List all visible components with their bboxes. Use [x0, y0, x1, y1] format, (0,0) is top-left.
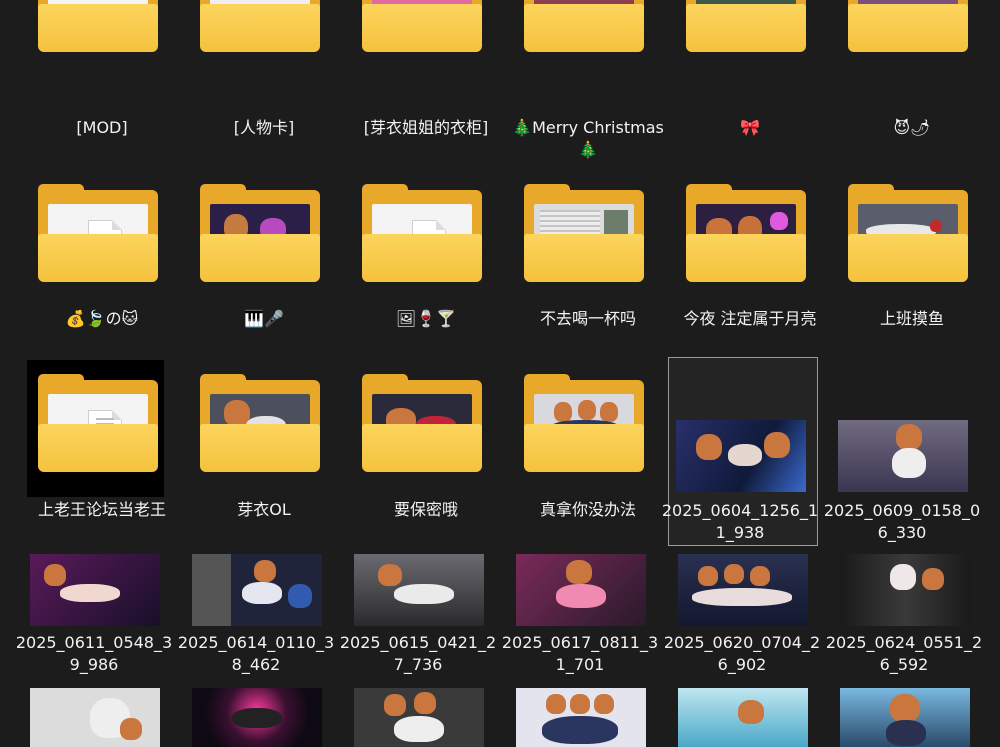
image-thumbnail	[516, 688, 646, 747]
folder-icon	[686, 184, 806, 282]
folder-label: 上老王论坛当老王	[37, 500, 166, 519]
image-thumbnail	[678, 554, 808, 626]
folder-label: 🎀	[740, 118, 760, 137]
folder-label: 😈🌶	[893, 118, 931, 137]
image-label: 2025_0617_0811_31_701	[501, 633, 659, 674]
folder-icon	[686, 0, 806, 52]
image-thumbnail	[840, 554, 970, 626]
image-label: 2025_0624_0551_26_592	[825, 633, 983, 674]
folder-label: [人物卡]	[233, 118, 295, 137]
image-thumbnail	[192, 554, 322, 626]
image-thumbnail	[354, 688, 484, 747]
image-thumbnail	[30, 554, 160, 626]
folder-label: 要保密哦	[393, 500, 458, 519]
folder-label: 💰🍃の🐱	[65, 309, 139, 328]
folder-icon	[362, 0, 482, 52]
image-thumbnail	[192, 688, 322, 747]
folder-icon	[524, 374, 644, 472]
folder-icon	[362, 184, 482, 282]
folder-icon	[38, 184, 158, 282]
folder-icon	[200, 374, 320, 472]
folder-icon	[524, 184, 644, 282]
folder-label: 🎄Merry Christmas🎄	[512, 118, 664, 159]
image-thumbnail	[678, 688, 808, 747]
folder-icon	[848, 184, 968, 282]
folder-icon	[524, 0, 644, 52]
folder-label: [MOD]	[76, 118, 128, 137]
folder-label: [芽衣姐姐的衣柜]	[363, 118, 489, 137]
folder-label: 今夜 注定属于月亮	[683, 309, 817, 328]
image-thumbnail	[840, 688, 970, 747]
folder-icon	[848, 0, 968, 52]
image-label: 2025_0604_1256_11_938	[661, 501, 819, 542]
image-label: 2025_0614_0110_38_462	[177, 633, 335, 674]
image-label: 2025_0611_0548_39_986	[15, 633, 173, 674]
folder-icon	[38, 374, 158, 472]
image-label: 2025_0615_0421_27_736	[339, 633, 497, 674]
folder-label: 上班摸鱼	[879, 309, 944, 328]
image-thumbnail	[838, 420, 968, 492]
image-label: 2025_0609_0158_06_330	[823, 501, 981, 542]
image-label: 2025_0620_0704_26_902	[663, 633, 821, 674]
folder-icon	[200, 184, 320, 282]
folder-label: 不去喝一杯吗	[539, 309, 636, 328]
folder-label: 🖼🍷🍸	[395, 309, 457, 328]
image-thumbnail	[354, 554, 484, 626]
folder-label: 🎹🎤	[244, 309, 284, 328]
folder-label: 芽衣OL	[237, 500, 291, 519]
folder-icon	[200, 0, 320, 52]
image-thumbnail	[516, 554, 646, 626]
image-thumbnail	[676, 420, 806, 492]
image-thumbnail	[30, 688, 160, 747]
folder-icon	[362, 374, 482, 472]
folder-icon	[38, 0, 158, 52]
folder-label: 真拿你没办法	[539, 500, 636, 519]
